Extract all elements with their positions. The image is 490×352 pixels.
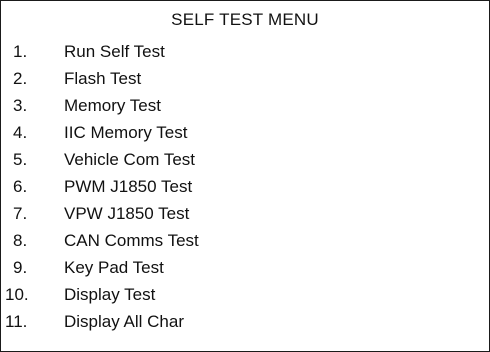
menu-item-display-test[interactable]: 10. Display Test <box>1 281 489 308</box>
menu-item-label: VPW J1850 Test <box>64 204 190 223</box>
menu-item-number: 2. <box>13 69 28 88</box>
menu-item-iic-memory-test[interactable]: 4. IIC Memory Test <box>1 119 489 146</box>
menu-item-pwm-j1850-test[interactable]: 6. PWM J1850 Test <box>1 173 489 200</box>
menu-item-label: Run Self Test <box>64 42 165 61</box>
menu-item-number: 6. <box>13 177 28 196</box>
menu-item-label: Vehicle Com Test <box>64 150 196 169</box>
self-test-menu-screen: SELF TEST MENU 1. Run Self Test 2. Flash… <box>0 0 490 352</box>
menu-item-label: Display Test <box>64 285 156 304</box>
menu-item-label: CAN Comms Test <box>64 231 199 250</box>
menu-item-number: 4. <box>13 123 28 142</box>
menu-item-label: Display All Char <box>64 312 184 331</box>
menu-item-number: 10. <box>5 285 29 304</box>
menu-item-number: 9. <box>13 258 28 277</box>
menu-item-number: 8. <box>13 231 28 250</box>
menu-item-number: 7. <box>13 204 28 223</box>
menu-item-vehicle-com-test[interactable]: 5. Vehicle Com Test <box>1 146 489 173</box>
menu-item-label: Memory Test <box>64 96 161 115</box>
menu-item-label: Key Pad Test <box>64 258 164 277</box>
menu-title: SELF TEST MENU <box>171 10 319 29</box>
menu-item-can-comms-test[interactable]: 8. CAN Comms Test <box>1 227 489 254</box>
menu-item-display-all-char[interactable]: 11. Display All Char <box>1 308 489 335</box>
menu-item-label: IIC Memory Test <box>64 123 188 142</box>
menu-item-label: PWM J1850 Test <box>64 177 193 196</box>
menu-list: 1. Run Self Test 2. Flash Test 3. Memory… <box>1 38 489 335</box>
menu-item-number: 1. <box>13 42 28 61</box>
menu-item-flash-test[interactable]: 2. Flash Test <box>1 65 489 92</box>
menu-item-key-pad-test[interactable]: 9. Key Pad Test <box>1 254 489 281</box>
menu-item-number: 3. <box>13 96 28 115</box>
menu-item-number: 5. <box>13 150 28 169</box>
menu-item-number: 11. <box>5 312 28 331</box>
menu-item-memory-test[interactable]: 3. Memory Test <box>1 92 489 119</box>
menu-item-vpw-j1850-test[interactable]: 7. VPW J1850 Test <box>1 200 489 227</box>
menu-item-label: Flash Test <box>64 69 142 88</box>
menu-item-run-self-test[interactable]: 1. Run Self Test <box>1 38 489 65</box>
